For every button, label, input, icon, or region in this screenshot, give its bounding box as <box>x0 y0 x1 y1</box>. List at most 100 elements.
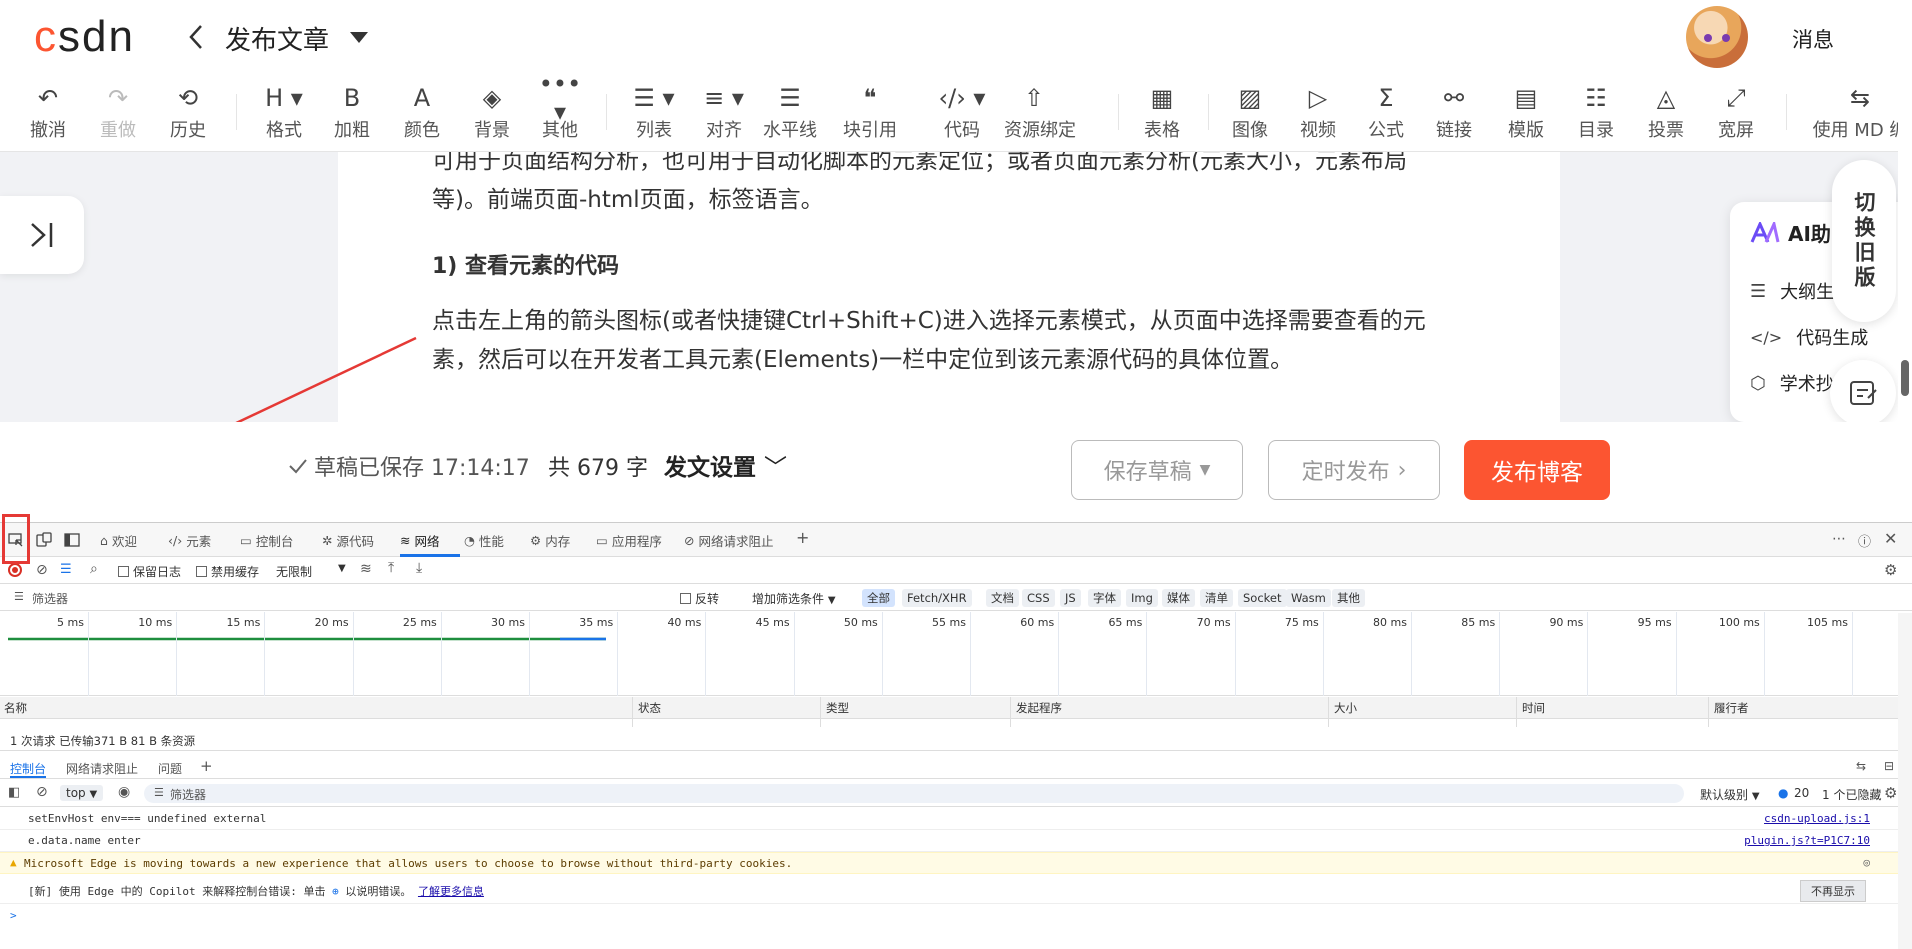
toolbar-align-button[interactable]: ≡ ▾ 对齐 <box>694 82 754 144</box>
column-header[interactable]: 时间 <box>1522 700 1545 716</box>
copilot-icon[interactable]: ⊕ <box>332 885 339 898</box>
type-filter-chip[interactable]: 字体 <box>1088 589 1121 607</box>
toolbar-template-button[interactable]: ▤ 模版 <box>1496 82 1556 144</box>
type-filter-chip[interactable]: 文档 <box>986 589 1019 607</box>
type-filter-chip[interactable]: CSS <box>1022 589 1055 607</box>
console-source-link[interactable]: csdn-upload.js:1 <box>1764 812 1870 825</box>
editor-content[interactable]: 可用于页面结构分析，也可用于自动化脚本的元素定位；或者页面元素分析(元素大小，元… <box>338 152 1560 422</box>
toolbar-heading-button[interactable]: H ▾ 格式 <box>254 82 314 144</box>
upload-icon[interactable]: ⤒ <box>388 560 394 576</box>
toolbar-list-button[interactable]: ☰ ▾ 列表 <box>624 82 684 144</box>
console-prompt[interactable]: > <box>0 905 1898 927</box>
page-scrollbar[interactable] <box>1898 0 1912 522</box>
devtools-tab-2[interactable]: ▭ 控制台 <box>240 531 293 550</box>
toolbar-table-button[interactable]: ▦ 表格 <box>1132 82 1192 144</box>
toolbar-redo-button[interactable]: ↷ 重做 <box>88 82 148 144</box>
help-icon[interactable]: ⓘ <box>1858 531 1871 550</box>
more-filters-dropdown[interactable]: 增加筛选条件 ▼ <box>752 590 836 607</box>
drawer-tab-console[interactable]: 控制台 <box>10 760 46 777</box>
column-header[interactable]: 类型 <box>826 700 849 716</box>
context-select[interactable]: top ▼ <box>60 785 104 801</box>
devtools-tab-5[interactable]: ◔ 性能 <box>464 531 504 550</box>
toolbar-paint-bucket-button[interactable]: ◈ 背景 <box>462 82 522 144</box>
column-header[interactable]: 发起程序 <box>1016 700 1062 716</box>
toolbar-history-button[interactable]: ⟲ 历史 <box>158 82 218 144</box>
toolbar-quote-button[interactable]: ❝ 块引用 <box>840 82 900 144</box>
type-filter-chip[interactable]: 清单 <box>1200 589 1233 607</box>
toolbar-vote-button[interactable]: ◬ 投票 <box>1636 82 1696 144</box>
type-filter-chip[interactable]: Fetch/XHR <box>902 589 972 607</box>
learn-more-link[interactable]: 了解更多信息 <box>418 885 484 898</box>
type-filter-chip[interactable]: Socket <box>1238 589 1287 607</box>
column-divider[interactable] <box>1328 697 1329 727</box>
invert-checkbox[interactable]: 反转 <box>680 590 719 607</box>
log-level-select[interactable]: 默认级别 ▼ <box>1700 786 1760 803</box>
live-expression-eye-icon[interactable]: ◉ <box>118 784 130 800</box>
back-chevron-icon[interactable] <box>186 22 206 52</box>
switch-old-version-button[interactable]: 切换旧版 <box>1832 160 1896 322</box>
devtools-tab-4[interactable]: ≋ 网络 <box>400 531 440 550</box>
toolbar-code-button[interactable]: ‹/› ▾ 代码 <box>932 82 992 144</box>
devtools-tab-8[interactable]: ⊘ 网络请求阻止 <box>684 531 774 550</box>
toolbar-video-button[interactable]: ▷ 视频 <box>1288 82 1348 144</box>
add-panel-icon[interactable]: + <box>796 528 809 547</box>
console-settings-gear-icon[interactable]: ⚙ <box>1884 784 1897 802</box>
toolbar-widescreen-button[interactable]: ⤢ 宽屏 <box>1706 82 1766 144</box>
column-divider[interactable] <box>632 697 633 727</box>
devtools-tab-6[interactable]: ⚙ 内存 <box>530 531 570 550</box>
console-message[interactable]: e.data.name enter plugin.js?t=P1C7:10 <box>0 830 1898 852</box>
disable-cache-checkbox[interactable]: 禁用缓存 <box>196 563 259 580</box>
console-sidebar-icon[interactable]: ◧ <box>8 785 20 800</box>
dont-show-again-button[interactable]: 不再显示 <box>1800 880 1866 902</box>
toolbar-link-button[interactable]: ⚯ 链接 <box>1424 82 1484 144</box>
devtools-tab-1[interactable]: ‹/› 元素 <box>168 531 211 550</box>
page-scrollbar-thumb[interactable] <box>1901 360 1909 396</box>
download-icon[interactable]: ⤓ <box>416 560 422 576</box>
toolbar-horizontal-rule-button[interactable]: ☰ 水平线 <box>760 82 820 144</box>
undock-drawer-icon[interactable]: ⇆ <box>1856 759 1866 773</box>
record-icon[interactable] <box>8 563 22 577</box>
toolbar-bold-button[interactable]: B 加粗 <box>322 82 382 144</box>
csdn-logo[interactable]: csdn <box>34 12 135 62</box>
dock-side-icon[interactable] <box>64 532 80 548</box>
console-source-link[interactable]: plugin.js?t=P1C7:10 <box>1744 834 1870 847</box>
console-filter-input[interactable]: ☰ 筛选器 <box>144 784 1684 803</box>
post-settings-link[interactable]: 发文设置 ﹀ <box>664 448 787 482</box>
column-divider[interactable] <box>1516 697 1517 727</box>
paragraph-body[interactable]: 点击左上角的箭头图标(或者快捷键Ctrl+Shift+C)进入选择元素模式，从页… <box>432 302 1452 380</box>
notes-button[interactable] <box>1830 360 1896 426</box>
publish-button[interactable]: 发布博客 <box>1464 440 1610 500</box>
schedule-publish-button[interactable]: 定时发布 › <box>1268 440 1440 500</box>
toolbar-switch-md-button[interactable]: ⇆ 使用 MD 编 <box>1808 82 1912 144</box>
network-conditions-icon[interactable]: ≋ <box>360 561 372 577</box>
sidebar-toggle-button[interactable] <box>0 196 84 274</box>
user-avatar[interactable] <box>1686 6 1748 68</box>
console-message[interactable]: setEnvHost env=== undefined external csd… <box>0 808 1898 830</box>
type-filter-chip[interactable]: Img <box>1126 589 1158 607</box>
toolbar-text-color-button[interactable]: A 颜色 <box>392 82 452 144</box>
throttle-select[interactable]: 无限制 <box>276 563 312 580</box>
messages-link[interactable]: 消息 <box>1792 24 1834 54</box>
toolbar-more-button[interactable]: ••• ▾ 其他 <box>530 70 590 144</box>
save-draft-button[interactable]: 保存草稿 ▼ <box>1071 440 1243 500</box>
device-emulation-icon[interactable] <box>36 532 52 548</box>
add-tab-icon[interactable]: + <box>200 757 213 775</box>
preserve-log-checkbox[interactable]: 保留日志 <box>118 563 181 580</box>
column-header[interactable]: 履行者 <box>1714 700 1749 716</box>
paragraph-intro[interactable]: 可用于页面结构分析，也可用于自动化脚本的元素定位；或者页面元素分析(元素大小，元… <box>432 152 1452 220</box>
column-header[interactable]: 状态 <box>638 700 661 716</box>
close-devtools-icon[interactable]: ✕ <box>1884 529 1897 548</box>
search-icon[interactable]: ⌕ <box>90 561 98 577</box>
type-filter-chip[interactable]: 其他 <box>1332 589 1365 607</box>
toolbar-sigma-button[interactable]: Σ 公式 <box>1356 82 1416 144</box>
filter-input[interactable]: 筛选器 <box>32 590 68 607</box>
ai-code-gen-item[interactable]: </> 代码生成 <box>1750 324 1868 350</box>
type-filter-chip[interactable]: Wasm <box>1286 589 1331 607</box>
close-drawer-icon[interactable]: ⊟ <box>1884 759 1894 773</box>
drawer-tab-issues[interactable]: 问题 <box>158 760 182 777</box>
column-header[interactable]: 大小 <box>1334 700 1357 716</box>
column-divider[interactable] <box>820 697 821 727</box>
devtools-scrollbar[interactable] <box>1898 613 1912 949</box>
toolbar-undo-button[interactable]: ↶ 撤消 <box>18 82 78 144</box>
section-heading[interactable]: 1) 查看元素的代码 <box>432 248 619 280</box>
